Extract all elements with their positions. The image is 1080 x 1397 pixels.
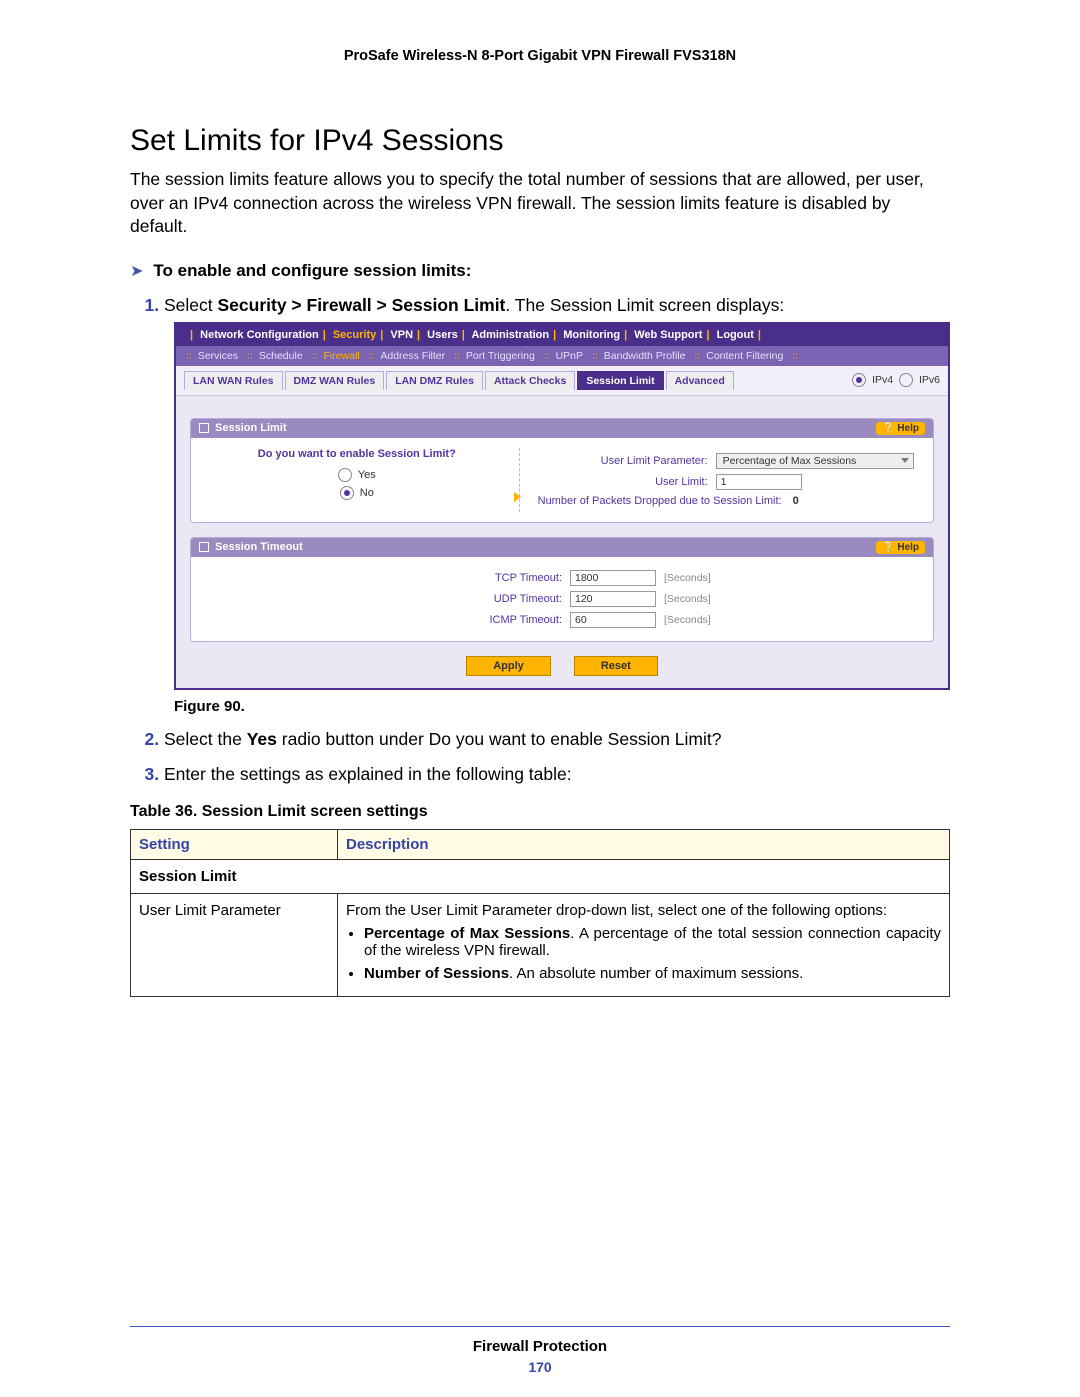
session-limit-panel: Session Limit❔ Help Do you want to enabl… (190, 418, 934, 523)
nav-users[interactable]: Users (427, 329, 458, 341)
table-caption: Table 36. Session Limit screen settings (130, 803, 950, 821)
apply-button[interactable]: Apply (466, 656, 551, 676)
tab-bar: LAN WAN Rules DMZ WAN Rules LAN DMZ Rule… (176, 366, 948, 396)
tab-session-limit[interactable]: Session Limit (577, 371, 663, 390)
subnav-port-triggering[interactable]: Port Triggering (466, 350, 535, 362)
user-limit-parameter-dropdown[interactable]: Percentage of Max Sessions (716, 453, 914, 469)
th-description: Description (338, 829, 950, 859)
step-3: Enter the settings as explained in the f… (164, 764, 950, 785)
doc-header: ProSafe Wireless-N 8-Port Gigabit VPN Fi… (130, 48, 950, 64)
tab-lan-dmz[interactable]: LAN DMZ Rules (386, 371, 483, 390)
chevron-right-icon: ➤ (130, 261, 143, 281)
session-limit-screenshot: | Network Configuration| Security| VPN| … (174, 322, 950, 690)
table-section: Session Limit (131, 859, 950, 893)
tab-attack-checks[interactable]: Attack Checks (485, 371, 575, 390)
nav-monitoring[interactable]: Monitoring (563, 329, 620, 341)
sub-nav: ::Services ::Schedule ::Firewall ::Addre… (176, 346, 948, 366)
procedure-heading-text: To enable and configure session limits: (153, 261, 471, 281)
tcp-timeout-input[interactable]: 1800 (570, 570, 656, 586)
reset-button[interactable]: Reset (574, 656, 658, 676)
nav-security[interactable]: Security (333, 329, 376, 341)
user-limit-input[interactable]: 1 (716, 474, 802, 490)
enable-yes-radio[interactable] (338, 468, 352, 482)
cell-description: From the User Limit Parameter drop-down … (338, 893, 950, 996)
subnav-services[interactable]: Services (198, 350, 238, 362)
nav-websupport[interactable]: Web Support (634, 329, 702, 341)
tab-advanced[interactable]: Advanced (666, 371, 734, 390)
subnav-schedule[interactable]: Schedule (259, 350, 303, 362)
nav-admin[interactable]: Administration (471, 329, 549, 341)
enable-no-radio[interactable] (340, 486, 354, 500)
cell-setting: User Limit Parameter (131, 893, 338, 996)
page-title: Set Limits for IPv4 Sessions (130, 124, 950, 158)
ip-mode-selector: IPv4 IPv6 (852, 373, 940, 387)
session-timeout-panel: Session Timeout❔ Help TCP Timeout:1800[S… (190, 537, 934, 642)
subnav-upnp[interactable]: UPnP (556, 350, 583, 362)
figure-caption: Figure 90. (174, 698, 950, 715)
icmp-timeout-input[interactable]: 60 (570, 612, 656, 628)
footer-section-title: Firewall Protection (0, 1338, 1080, 1355)
help-button[interactable]: ❔ Help (876, 541, 925, 554)
tab-dmz-wan[interactable]: DMZ WAN Rules (285, 371, 385, 390)
subnav-firewall[interactable]: Firewall (323, 350, 359, 362)
step-2: Select the Yes radio button under Do you… (164, 729, 950, 750)
tab-lan-wan[interactable]: LAN WAN Rules (184, 371, 283, 390)
nav-logout[interactable]: Logout (717, 329, 754, 341)
nav-network[interactable]: Network Configuration (200, 329, 319, 341)
step-1: Select Security > Firewall > Session Lim… (164, 295, 950, 715)
subnav-content-filtering[interactable]: Content Filtering (706, 350, 783, 362)
ipv4-radio[interactable] (852, 373, 866, 387)
udp-timeout-input[interactable]: 120 (570, 591, 656, 607)
panel-grid-icon (199, 542, 209, 552)
nav-vpn[interactable]: VPN (390, 329, 413, 341)
ipv6-radio[interactable] (899, 373, 913, 387)
intro-paragraph: The session limits feature allows you to… (130, 168, 950, 239)
subnav-bandwidth[interactable]: Bandwidth Profile (604, 350, 686, 362)
th-setting: Setting (131, 829, 338, 859)
packets-dropped-value: 0 (793, 495, 799, 507)
help-button[interactable]: ❔ Help (876, 422, 925, 435)
footer-rule (130, 1326, 950, 1327)
footer-page-number: 170 (0, 1359, 1080, 1375)
settings-table: Setting Description Session Limit User L… (130, 829, 950, 997)
procedure-heading: ➤ To enable and configure session limits… (130, 261, 950, 281)
enable-question: Do you want to enable Session Limit? (209, 448, 505, 460)
subnav-address-filter[interactable]: Address Filter (380, 350, 445, 362)
panel-grid-icon (199, 423, 209, 433)
main-nav: | Network Configuration| Security| VPN| … (176, 324, 948, 346)
